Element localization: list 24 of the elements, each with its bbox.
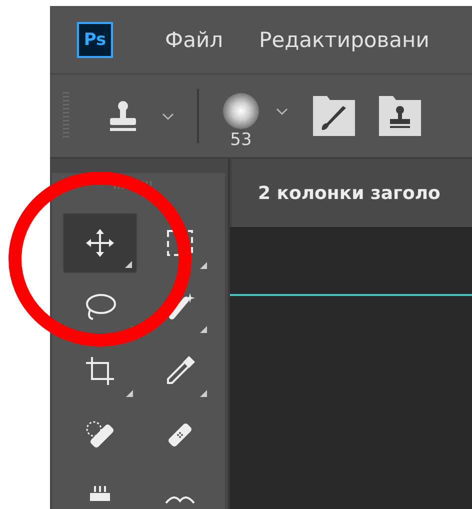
submenu-corner-icon [200, 390, 207, 397]
soft-brush-icon [221, 92, 261, 130]
brush-panel-icon[interactable] [313, 96, 355, 136]
lasso-icon [83, 292, 117, 322]
eyedropper-icon [164, 355, 196, 387]
smudge-icon [165, 494, 195, 504]
submenu-corner-icon [200, 326, 207, 333]
brush-size: 53 [230, 130, 252, 150]
clone-source-icon[interactable] [379, 96, 421, 136]
caret-icon[interactable] [161, 111, 175, 121]
tool-button[interactable] [63, 213, 137, 273]
caret-icon[interactable] [275, 106, 289, 116]
brush-preset-picker[interactable]: 53 [221, 92, 261, 150]
crop-icon [84, 355, 116, 387]
submenu-corner-icon [200, 262, 207, 269]
submenu-corner-icon [125, 261, 132, 268]
move-icon [85, 228, 115, 258]
document-tab[interactable]: 2 колонки заголо [232, 159, 472, 227]
marquee-icon [165, 228, 195, 258]
grip-icon[interactable] [114, 181, 154, 189]
submenu-corner-icon [126, 390, 133, 397]
app-logo[interactable]: Ps [77, 22, 113, 58]
menu-item[interactable]: Редактировани [259, 28, 430, 52]
menu-item[interactable]: Файл [165, 28, 224, 52]
